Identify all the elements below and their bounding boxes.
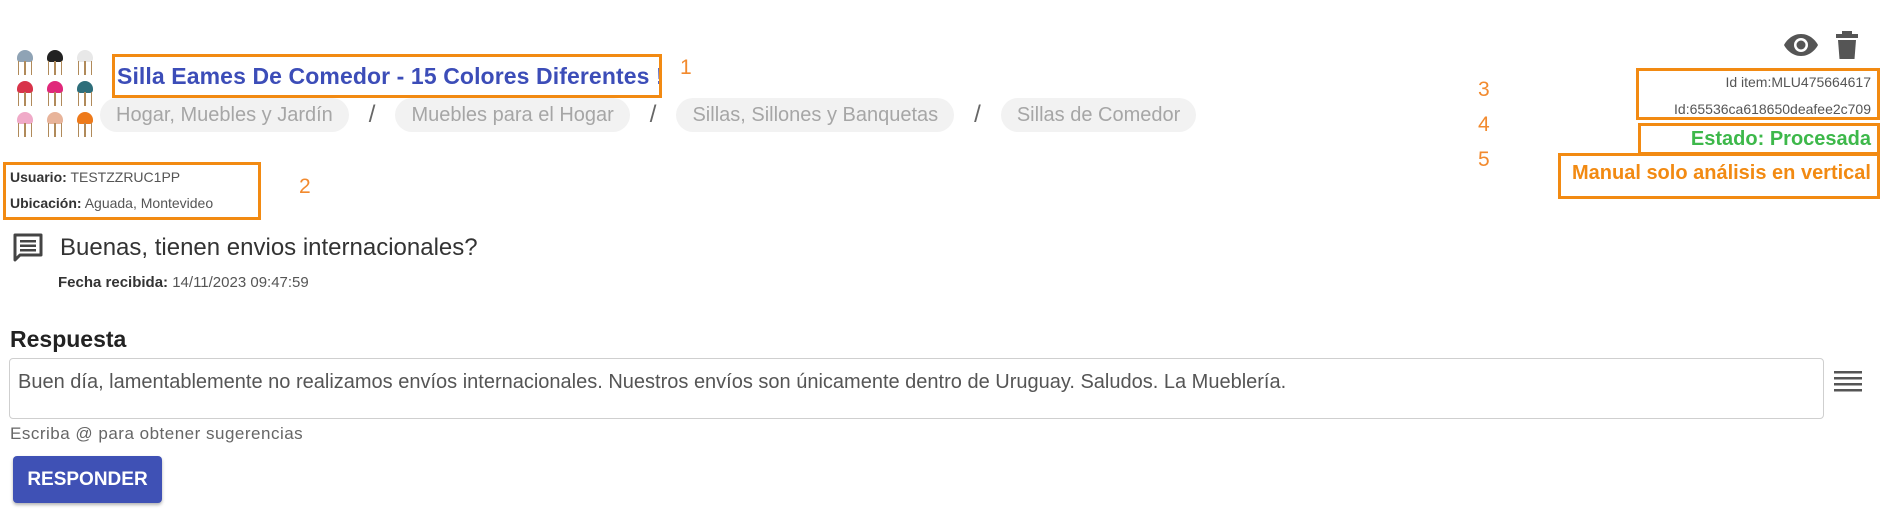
response-heading: Respuesta — [10, 326, 127, 352]
product-thumbnail[interactable] — [10, 46, 100, 140]
annotation-number-5: 5 — [1478, 148, 1490, 171]
annotation-number-1: 1 — [680, 56, 692, 79]
breadcrumb: Hogar, Muebles y Jardín / Muebles para e… — [100, 98, 1197, 132]
chair-thumbnail-image — [40, 108, 70, 139]
responder-button[interactable]: RESPONDER — [13, 456, 162, 503]
received-date: Fecha recibida: 14/11/2023 09:47:59 — [58, 274, 309, 291]
highlight-box-5 — [1558, 153, 1880, 199]
suggestions-hint: Escriba @ para obtener sugerencias — [10, 424, 304, 443]
chair-thumbnail-image — [10, 108, 40, 139]
chair-thumbnail-image — [70, 77, 100, 108]
breadcrumb-item[interactable]: Sillas de Comedor — [1000, 98, 1197, 132]
menu-lines-icon[interactable] — [1834, 369, 1862, 393]
highlight-box-4 — [1638, 123, 1880, 155]
chair-thumbnail-image — [70, 46, 100, 77]
chair-thumbnail-image — [10, 46, 40, 77]
annotation-number-2: 2 — [299, 175, 311, 198]
chair-thumbnail-image — [10, 77, 40, 108]
breadcrumb-item[interactable]: Hogar, Muebles y Jardín — [100, 98, 349, 132]
chair-thumbnail-image — [40, 77, 70, 108]
breadcrumb-item[interactable]: Muebles para el Hogar — [395, 98, 630, 132]
highlight-box-2 — [3, 162, 261, 220]
breadcrumb-separator: / — [649, 101, 657, 128]
chat-icon — [12, 232, 44, 264]
question-text: Buenas, tienen envios internacionales? — [60, 234, 478, 261]
highlight-box-1 — [112, 54, 662, 98]
chair-thumbnail-image — [70, 108, 100, 139]
fecha-label: Fecha recibida: — [58, 274, 169, 291]
breadcrumb-separator: / — [974, 101, 981, 128]
highlight-box-3 — [1636, 68, 1880, 120]
trash-icon[interactable] — [1835, 30, 1859, 60]
eye-icon[interactable] — [1783, 32, 1819, 58]
breadcrumb-item[interactable]: Sillas, Sillones y Banquetas — [676, 98, 955, 132]
fecha-value: 14/11/2023 09:47:59 — [172, 274, 309, 291]
breadcrumb-separator: / — [368, 101, 376, 128]
response-textarea[interactable]: Buen día, lamentablemente no realizamos … — [9, 358, 1824, 419]
annotation-number-3: 3 — [1478, 78, 1490, 101]
annotation-number-4: 4 — [1478, 113, 1490, 136]
chair-thumbnail-image — [40, 46, 70, 77]
